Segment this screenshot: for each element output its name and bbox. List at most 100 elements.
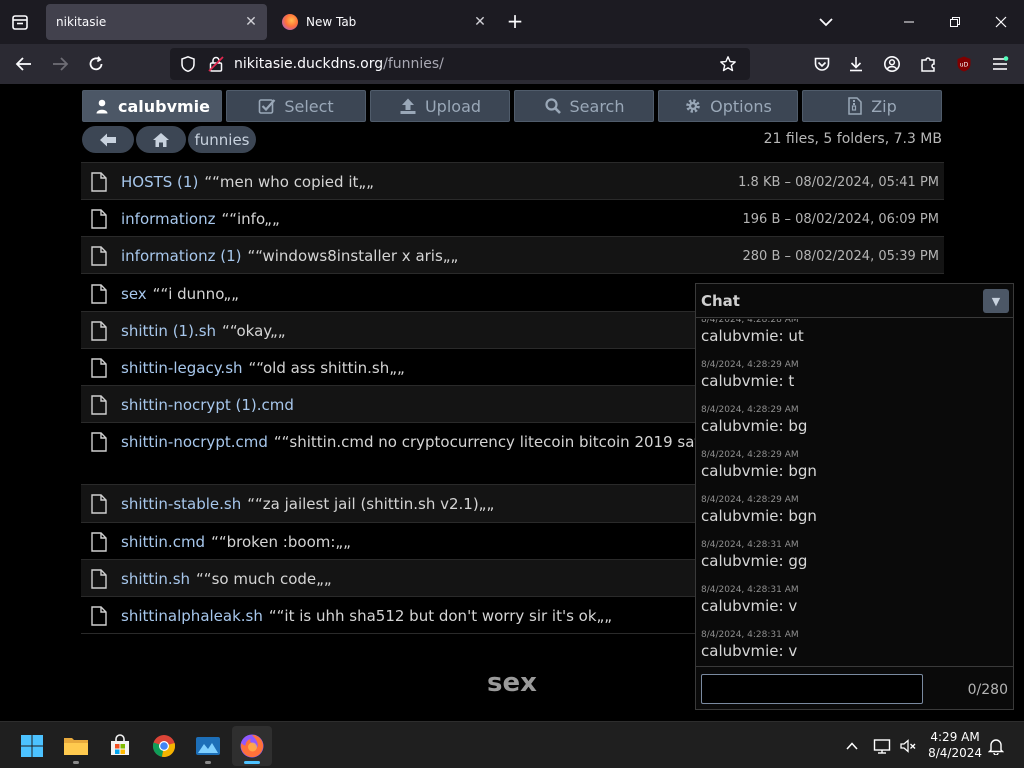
firefox-icon [240,734,264,758]
shield-icon [181,56,195,73]
chat-timestamp: 8/4/2024, 4:28:29 AM [701,495,799,505]
store-icon [111,734,129,755]
forward-button[interactable] [48,52,72,76]
running-indicator [205,761,211,764]
file-name[interactable]: shittin-stable.sh ““za jailest jail (shit… [121,495,494,513]
tab-bar: nikitasie ✕ New Tab ✕ + [0,0,1024,44]
connection-info-button[interactable] [204,52,228,76]
file-name[interactable]: sex ““i dunno„„ [121,285,239,303]
clock-time: 4:29 AM [930,730,980,744]
file-name-text: shittin-nocrypt (1).cmd [121,396,294,414]
show-hidden-icons-button[interactable] [842,736,862,756]
tab-close-button[interactable]: ✕ [468,10,492,34]
reload-icon [89,56,103,71]
zip-label: Zip [871,96,897,116]
file-name[interactable]: shittinalphaleak.sh ““it is uhh sha512 bu… [121,607,612,625]
restore-button[interactable] [940,8,970,36]
reload-button[interactable] [84,52,108,76]
file-name[interactable]: shittin.cmd ““broken :boom:„„ [121,533,351,551]
downloads-button[interactable] [844,52,868,76]
network-button[interactable] [872,736,892,756]
menu-button[interactable] [988,52,1012,76]
chat-message: 8/4/2024, 4:28:31 AM calubvmie: v [701,585,799,615]
account-button[interactable] [880,52,904,76]
upload-label: Upload [424,96,482,116]
url-host: nikitasie.duckdns.org [234,56,384,72]
file-icon [91,172,107,192]
file-description: ““old ass shittin.sh„„ [248,359,405,377]
file-name[interactable]: shittin.sh ““so much code„„ [121,570,332,588]
microsoft-store-button[interactable] [100,726,140,766]
tab-list-button[interactable] [8,10,32,34]
file-name[interactable]: informationz (1) ““windows8installer x ar… [121,247,458,265]
close-window-button[interactable] [986,8,1016,36]
file-description: ““za jailest jail (shittin.sh v2.1)„„ [247,495,495,513]
ublock-button[interactable]: uD [952,52,976,76]
search-button[interactable]: Search [514,90,654,122]
site-info-button[interactable] [176,52,200,76]
tab-close-button[interactable]: ✕ [239,10,263,34]
file-icon [91,569,107,589]
chrome-button[interactable] [144,726,184,766]
file-name[interactable]: shittin-nocrypt.cmd ““shittin.cmd no cryp… [121,433,731,451]
file-name[interactable]: informationz ““info„„ [121,210,280,228]
url-text[interactable]: nikitasie.duckdns.org/funnies/ [234,56,444,72]
chat-char-counter: 0/280 [967,682,1008,698]
restore-icon [950,17,960,27]
tab-new-tab[interactable]: New Tab ✕ [276,4,496,40]
gear-icon [686,99,700,113]
chat-panel: Chat ▼ 8/4/2024, 4:28:28 AM calubvmie: ut… [695,283,1014,710]
user-button[interactable]: calubvmie [82,90,222,122]
chat-messages[interactable]: 8/4/2024, 4:28:28 AM calubvmie: ut 8/4/202… [696,319,1013,667]
home-button[interactable] [136,126,186,153]
back-button[interactable] [12,52,36,76]
file-icon [91,358,107,378]
start-button[interactable] [12,726,52,766]
file-meta: 196 B – 08/02/2024, 06:09 PM [742,212,939,227]
breadcrumb-funnies[interactable]: funnies [188,126,256,153]
notifications-button[interactable] [986,736,1006,756]
list-all-tabs-button[interactable] [814,10,838,34]
file-icon [91,395,107,415]
clock[interactable]: 4:29 AM 8/4/2024 [928,729,982,761]
file-icon [91,494,107,514]
file-row[interactable]: HOSTS (1) ““men who copied it„„ 1.8 KB – 0… [81,163,944,200]
parent-folder-button[interactable] [82,126,134,153]
firefox-taskbar-button[interactable] [232,726,272,766]
chat-text: calubvmie: bgn [701,507,817,525]
file-icon [91,321,107,341]
file-name[interactable]: HOSTS (1) ““men who copied it„„ [121,173,374,191]
file-name[interactable]: shittin-legacy.sh ““old ass shittin.sh„„ [121,359,405,377]
chat-timestamp: 8/4/2024, 4:28:31 AM [701,585,799,595]
arrow-right-icon [53,57,69,71]
file-icon [91,246,107,266]
chat-message: 8/4/2024, 4:28:31 AM calubvmie: gg [701,540,807,570]
zip-button[interactable]: Zip [802,90,942,122]
minimize-button[interactable] [894,8,924,36]
clock-date: 8/4/2024 [928,746,982,760]
tab-nikitasie[interactable]: nikitasie ✕ [46,4,267,40]
file-name-text: shittin.sh [121,570,191,588]
options-button[interactable]: Options [658,90,798,122]
chat-collapse-button[interactable]: ▼ [983,289,1009,313]
new-tab-button[interactable]: + [503,10,527,34]
file-row[interactable]: informationz (1) ““windows8installer x ar… [81,237,944,274]
chat-input[interactable] [701,674,923,704]
pocket-button[interactable] [810,52,834,76]
chat-title: Chat [701,292,740,310]
file-name[interactable]: shittin-nocrypt (1).cmd [121,396,300,414]
chevron-down-icon [819,18,833,27]
user-name: calubvmie [117,96,211,116]
extensions-button[interactable] [916,52,940,76]
file-name[interactable]: shittin (1).sh ““okay„„ [121,322,286,340]
select-button[interactable]: Select [226,90,366,122]
file-explorer-button[interactable] [56,726,96,766]
volume-button[interactable] [898,736,918,756]
file-description: ““i dunno„„ [152,285,239,303]
file-name-text: HOSTS (1) [121,173,199,191]
photos-app-button[interactable] [188,726,228,766]
file-row[interactable]: informationz ““info„„ 196 B – 08/02/2024, … [81,200,944,237]
bookmark-button[interactable] [716,52,740,76]
chat-timestamp: 8/4/2024, 4:28:29 AM [701,405,799,415]
upload-button[interactable]: Upload [370,90,510,122]
